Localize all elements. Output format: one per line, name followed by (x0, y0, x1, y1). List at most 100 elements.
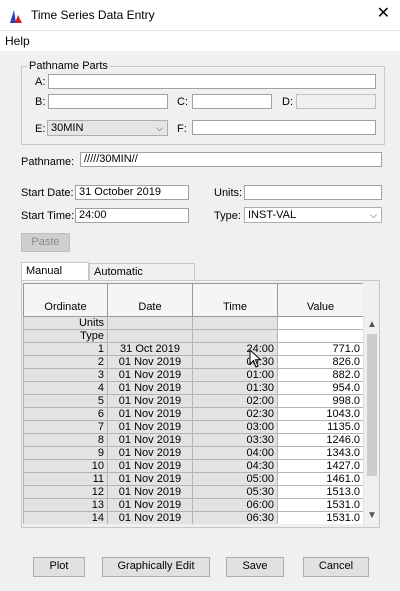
save-button[interactable]: Save (226, 557, 284, 577)
tab-manual-entry[interactable]: Manual Entry (21, 262, 89, 293)
value-cell[interactable]: 954.0 (277, 381, 363, 395)
date-cell: 01 Nov 2019 (107, 485, 193, 499)
type-value: INST-VAL (248, 209, 297, 221)
table-row[interactable]: 8 01 Nov 2019 03:30 1246.0 (23, 433, 363, 447)
part-b-field[interactable] (48, 94, 168, 109)
app-chart-icon (8, 8, 24, 24)
value-cell[interactable]: 1531.0 (277, 498, 363, 512)
table-row[interactable]: 10 01 Nov 2019 04:30 1427.0 (23, 459, 363, 473)
time-cell: 02:30 (192, 407, 278, 421)
value-cell[interactable]: 998.0 (277, 394, 363, 408)
date-cell: 01 Nov 2019 (107, 472, 193, 486)
value-cell[interactable]: 1135.0 (277, 420, 363, 434)
units-field[interactable] (244, 185, 382, 200)
window-title: Time Series Data Entry (31, 8, 155, 22)
start-time-field[interactable]: 24:00 (75, 208, 189, 223)
menu-bar: Help (0, 31, 400, 51)
table-scrollbar[interactable]: ▲ ▼ (363, 316, 379, 524)
table-row[interactable]: 6 01 Nov 2019 02:30 1043.0 (23, 407, 363, 421)
units-row: Units (23, 316, 363, 330)
time-cell: 00:30 (192, 355, 278, 369)
units-value-cell[interactable] (277, 316, 363, 330)
scroll-down-icon[interactable]: ▼ (364, 510, 380, 521)
start-time-label: Start Time: (21, 210, 75, 222)
chevron-down-icon: ⌵ (156, 123, 163, 133)
part-d-field (296, 94, 376, 109)
start-date-field[interactable]: 31 October 2019 (75, 185, 189, 200)
ordinate-cell: 4 (23, 381, 108, 395)
time-cell: 06:30 (192, 511, 278, 524)
value-cell[interactable]: 882.0 (277, 368, 363, 382)
value-cell[interactable]: 1043.0 (277, 407, 363, 421)
ordinate-cell: 1 (23, 342, 108, 356)
type-value-cell[interactable] (277, 329, 363, 343)
pathname-parts-title: Pathname Parts (27, 60, 110, 72)
time-cell: 04:30 (192, 459, 278, 473)
value-cell[interactable]: 826.0 (277, 355, 363, 369)
mouse-cursor-icon (249, 349, 262, 368)
value-cell[interactable]: 1427.0 (277, 459, 363, 473)
ordinate-cell: 10 (23, 459, 108, 473)
date-cell: 01 Nov 2019 (107, 368, 193, 382)
type-label: Type: (214, 210, 241, 222)
part-c-field[interactable] (192, 94, 272, 109)
value-cell[interactable]: 1246.0 (277, 433, 363, 447)
type-time-cell (192, 329, 278, 343)
units-row-label: Units (23, 316, 108, 330)
table-row[interactable]: 13 01 Nov 2019 06:00 1531.0 (23, 498, 363, 512)
tab-automatic-generation[interactable]: Automatic Generation (89, 263, 195, 294)
close-icon[interactable]: ✕ (377, 5, 390, 23)
part-a-label: A: (35, 76, 46, 88)
table-row[interactable]: 3 01 Nov 2019 01:00 882.0 (23, 368, 363, 382)
scroll-up-icon[interactable]: ▲ (364, 319, 380, 330)
time-cell: 02:00 (192, 394, 278, 408)
date-cell: 01 Nov 2019 (107, 446, 193, 460)
table-row[interactable]: 9 01 Nov 2019 04:00 1343.0 (23, 446, 363, 460)
time-cell: 03:00 (192, 420, 278, 434)
cancel-button[interactable]: Cancel (303, 557, 369, 577)
menu-help[interactable]: Help (5, 34, 30, 48)
plot-button[interactable]: Plot (33, 557, 85, 577)
table-row[interactable]: 12 01 Nov 2019 05:30 1513.0 (23, 485, 363, 499)
value-cell[interactable]: 1343.0 (277, 446, 363, 460)
ordinate-cell: 12 (23, 485, 108, 499)
date-cell: 01 Nov 2019 (107, 407, 193, 421)
chevron-down-icon: ⌵ (370, 210, 377, 220)
date-cell: 01 Nov 2019 (107, 511, 193, 524)
type-row: Type (23, 329, 363, 343)
table-row[interactable]: 5 01 Nov 2019 02:00 998.0 (23, 394, 363, 408)
time-cell: 06:00 (192, 498, 278, 512)
ordinate-cell: 13 (23, 498, 108, 512)
value-cell[interactable]: 771.0 (277, 342, 363, 356)
ordinate-cell: 9 (23, 446, 108, 460)
data-table: Ordinate Date Time Value Units Type 1 31 … (23, 283, 363, 524)
table-row[interactable]: 14 01 Nov 2019 06:30 1531.0 (23, 511, 363, 524)
table-row[interactable]: 2 01 Nov 2019 00:30 826.0 (23, 355, 363, 369)
column-header-value[interactable]: Value (277, 283, 363, 317)
time-cell: 24:00 (192, 342, 278, 356)
value-cell[interactable]: 1461.0 (277, 472, 363, 486)
value-cell[interactable]: 1513.0 (277, 485, 363, 499)
column-header-time[interactable]: Time (192, 283, 278, 317)
part-f-field[interactable] (192, 120, 376, 135)
paste-button[interactable]: Paste (21, 233, 70, 252)
table-row[interactable]: 11 01 Nov 2019 05:00 1461.0 (23, 472, 363, 486)
part-e-combo[interactable]: 30MIN ⌵ (47, 120, 168, 136)
graphically-edit-button[interactable]: Graphically Edit (102, 557, 210, 577)
date-cell: 01 Nov 2019 (107, 394, 193, 408)
units-date-cell (107, 316, 193, 330)
part-b-label: B: (35, 96, 46, 108)
type-combo[interactable]: INST-VAL ⌵ (244, 207, 382, 223)
date-cell: 31 Oct 2019 (107, 342, 193, 356)
part-a-field[interactable] (48, 74, 376, 89)
date-cell: 01 Nov 2019 (107, 420, 193, 434)
table-row[interactable]: 1 31 Oct 2019 24:00 771.0 (23, 342, 363, 356)
time-cell: 05:00 (192, 472, 278, 486)
column-header-ordinate[interactable]: Ordinate (23, 283, 108, 317)
value-cell[interactable]: 1531.0 (277, 511, 363, 524)
scrollbar-thumb[interactable] (367, 334, 377, 476)
table-row[interactable]: 4 01 Nov 2019 01:30 954.0 (23, 381, 363, 395)
pathname-field[interactable]: /////30MIN// (80, 152, 382, 167)
table-row[interactable]: 7 01 Nov 2019 03:00 1135.0 (23, 420, 363, 434)
column-header-date[interactable]: Date (107, 283, 193, 317)
